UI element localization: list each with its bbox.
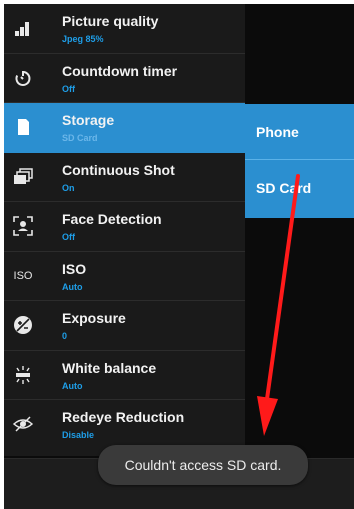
menu-item-value: Off xyxy=(62,232,75,242)
menu-item-continuous-shot[interactable]: Continuous Shot On xyxy=(4,153,245,202)
menu-item-redeye-reduction[interactable]: Redeye Reduction Disable xyxy=(4,400,245,450)
menu-item-title: White balance xyxy=(62,359,157,376)
menu-item-iso[interactable]: ISO ISO Auto xyxy=(4,252,245,301)
toast-message: Couldn't access SD card. xyxy=(98,445,308,485)
countdown-timer-icon xyxy=(10,65,36,91)
menu-item-title: Continuous Shot xyxy=(62,161,175,178)
menu-item-face-detection[interactable]: Face Detection Off xyxy=(4,202,245,252)
menu-item-value: Disable xyxy=(62,430,95,440)
menu-item-title: Face Detection xyxy=(62,211,162,227)
menu-item-title: ISO xyxy=(62,260,87,277)
menu-item-title: Redeye Reduction xyxy=(62,409,185,425)
menu-item-value: Off xyxy=(62,83,75,94)
menu-item-countdown-timer[interactable]: Countdown timer Off xyxy=(4,54,245,103)
storage-submenu: Phone SD Card xyxy=(245,104,354,218)
menu-item-title: Exposure xyxy=(62,310,126,326)
menu-item-value: Jpeg 85% xyxy=(62,34,104,44)
camera-screen: Picture quality Jpeg 85% Countdown timer… xyxy=(4,4,354,509)
menu-item-value: Auto xyxy=(62,281,83,292)
menu-item-value: 0 xyxy=(62,331,68,341)
menu-item-exposure[interactable]: Exposure 0 xyxy=(4,301,245,351)
face-detection-icon xyxy=(10,213,36,239)
exposure-icon xyxy=(10,312,36,338)
storage-option-sd-card[interactable]: SD Card xyxy=(245,160,354,216)
menu-item-picture-quality[interactable]: Picture quality Jpeg 85% xyxy=(4,4,245,54)
storage-card-icon xyxy=(10,114,36,140)
menu-item-title: Picture quality xyxy=(62,13,159,29)
menu-item-value: SD Card xyxy=(62,133,98,143)
menu-item-value: Auto xyxy=(62,380,83,391)
menu-item-white-balance[interactable]: White balance Auto xyxy=(4,351,245,400)
storage-option-phone[interactable]: Phone xyxy=(245,104,354,160)
iso-icon: ISO xyxy=(13,269,33,282)
menu-item-value: On xyxy=(62,182,75,193)
continuous-shot-icon xyxy=(10,164,36,190)
redeye-icon xyxy=(10,411,36,437)
camera-settings-menu: Picture quality Jpeg 85% Countdown timer… xyxy=(4,4,245,456)
picture-quality-icon xyxy=(10,15,36,41)
menu-item-storage[interactable]: Storage SD Card xyxy=(4,103,245,153)
white-balance-icon xyxy=(10,362,36,388)
menu-item-title: Storage xyxy=(62,112,115,128)
menu-item-title: Countdown timer xyxy=(62,62,178,79)
